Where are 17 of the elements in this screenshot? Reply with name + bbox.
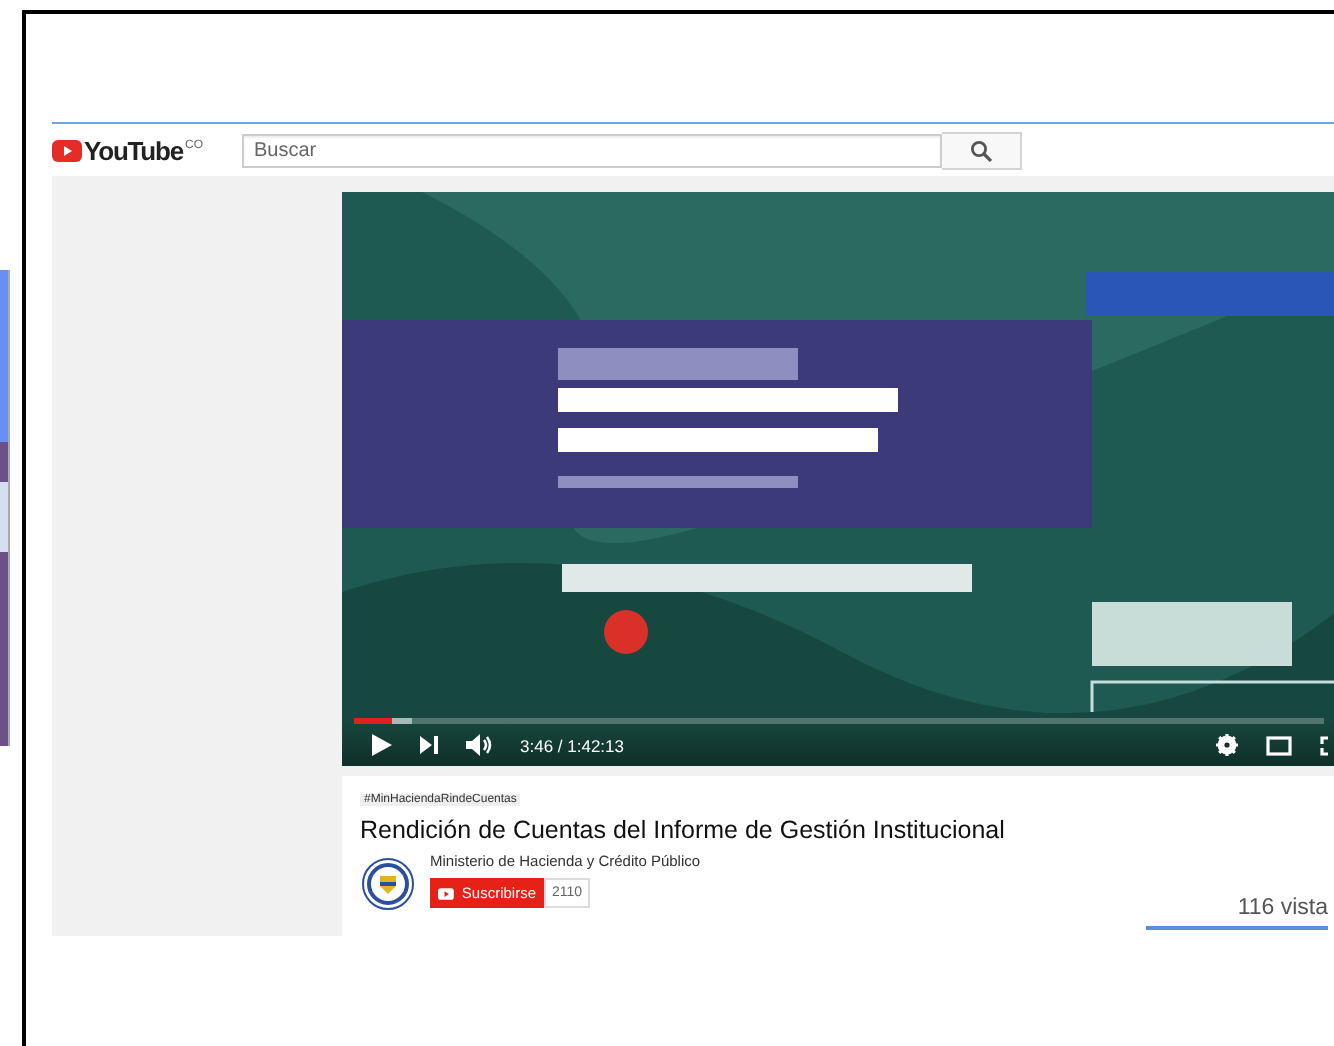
logo-text[interactable]: YouTube — [84, 135, 183, 165]
search-field[interactable]: Buscar — [242, 133, 942, 167]
play-logo-icon — [438, 885, 454, 901]
search-button[interactable] — [942, 131, 1022, 169]
progress-bar[interactable] — [354, 718, 1324, 724]
time-display: 3:46 / 1:42:13 — [520, 735, 624, 755]
settings-icon[interactable] — [1216, 734, 1238, 756]
volume-icon[interactable] — [466, 734, 492, 756]
search-icon — [970, 139, 992, 161]
play-icon[interactable] — [372, 734, 392, 756]
fullscreen-icon[interactable] — [1320, 735, 1334, 755]
view-count: 116 vista — [1237, 896, 1328, 920]
play-logo-icon — [52, 139, 82, 161]
video-title: Rendición de Cuentas del Informe de Gestión Institucional — [360, 816, 1007, 844]
theater-mode-icon[interactable] — [1266, 735, 1292, 755]
next-icon[interactable] — [420, 736, 438, 754]
channel-avatar[interactable] — [362, 858, 414, 910]
